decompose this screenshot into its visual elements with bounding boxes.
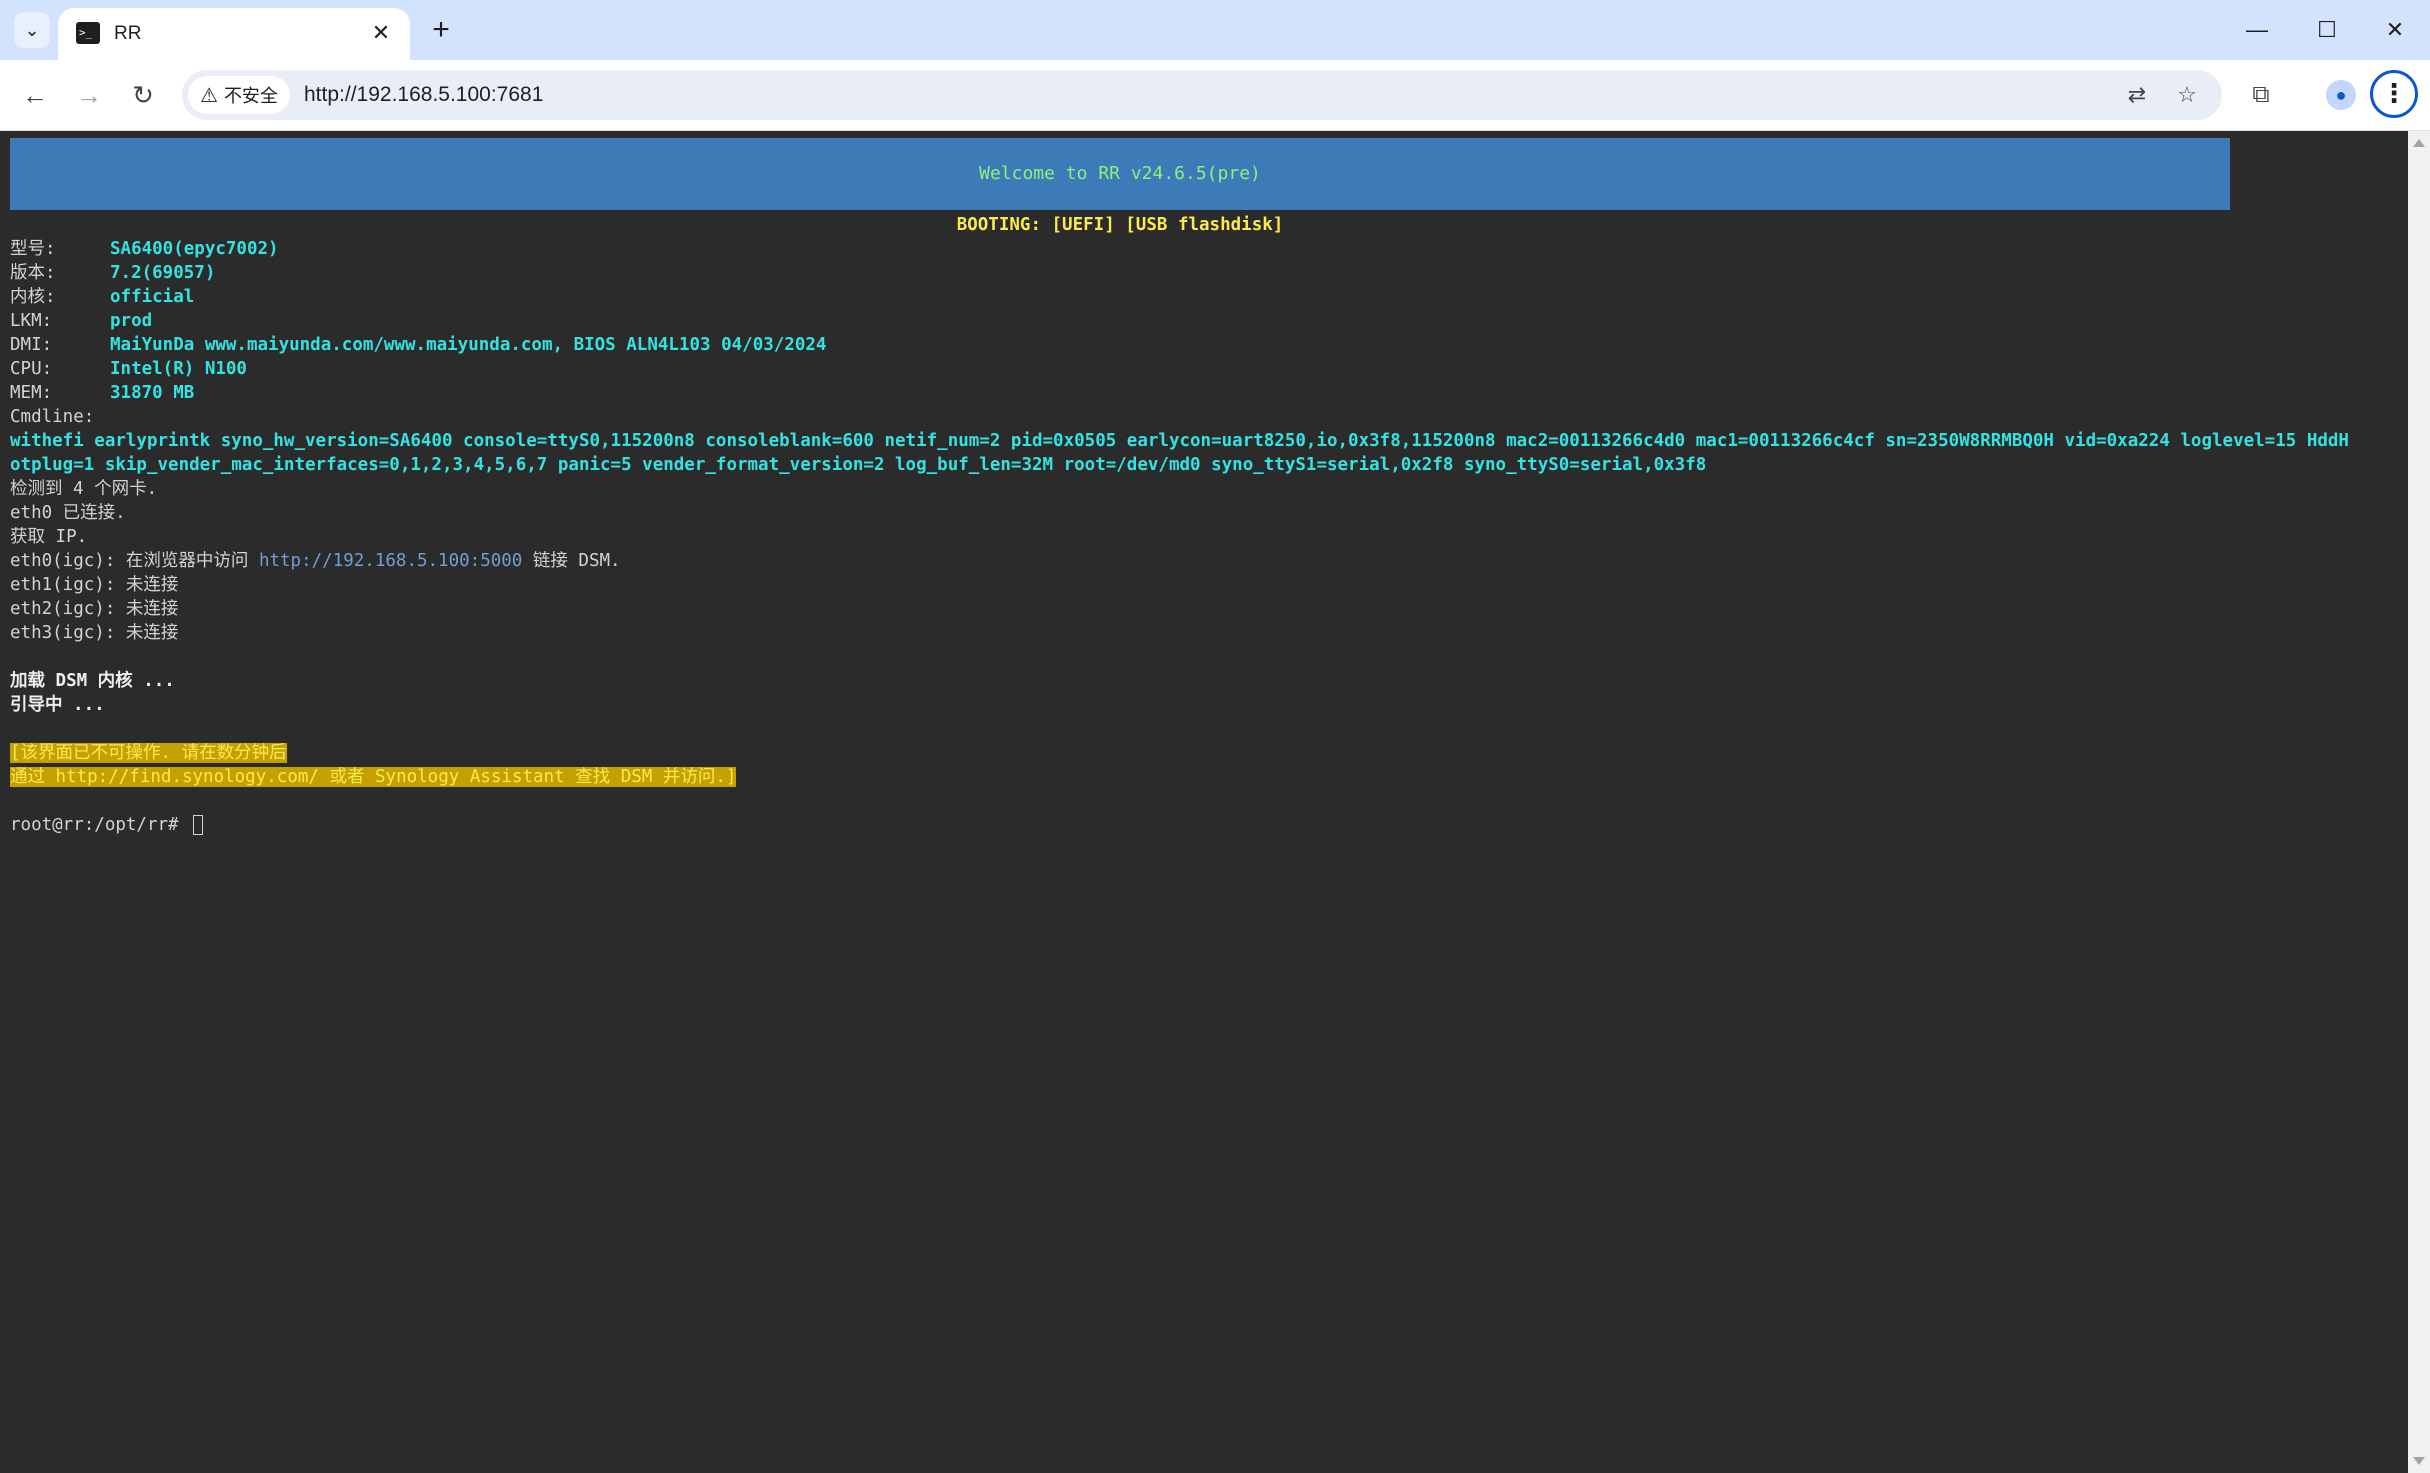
info-value: prod: [110, 311, 153, 331]
security-label: 不安全: [223, 86, 278, 106]
maximize-window-icon[interactable]: ☐: [2292, 0, 2362, 60]
info-label: MEM:: [10, 383, 53, 403]
info-line-mem: MEM: 31870 MB: [10, 381, 194, 405]
shell-prompt: root@rr:/opt/rr#: [10, 815, 190, 835]
info-value: 7.2(69057): [110, 263, 216, 283]
notice-text-1: [该界面已不可操作. 请在数分钟后: [10, 743, 287, 763]
eth1-status-line: eth1(igc): 未连接: [10, 575, 179, 595]
security-indicator[interactable]: ⚠ 不安全: [188, 76, 290, 114]
info-line-lkm: LKM: prod: [10, 309, 152, 333]
cmdline-label: Cmdline:: [10, 407, 95, 427]
notice-text-2: 通过 http://find.synology.com/ 或者 Synology…: [10, 767, 737, 787]
info-line-cpu: CPU: Intel(R) N100: [10, 357, 247, 381]
eth2-status-line: eth2(igc): 未连接: [10, 599, 179, 619]
terminal-scrollbar[interactable]: [2408, 131, 2430, 1473]
url-text[interactable]: http://192.168.5.100:7681: [304, 83, 543, 107]
info-label: DMI:: [10, 335, 53, 355]
cmdline-text-line-2: otplug=1 skip_vender_mac_interfaces=0,1,…: [10, 455, 1707, 475]
back-arrow-icon[interactable]: ←: [16, 76, 54, 114]
info-value: Intel(R) N100: [110, 359, 247, 379]
info-label: 型号:: [10, 239, 56, 259]
eth0-prefix: eth0(igc): 在浏览器中访问: [10, 551, 259, 571]
forward-arrow-icon[interactable]: →: [70, 76, 108, 114]
info-label: 内核:: [10, 287, 56, 307]
tab-search-chevron-icon[interactable]: ⌄: [14, 12, 50, 48]
active-tab[interactable]: >_ RR ✕: [58, 8, 410, 60]
nic-detected-line: 检测到 4 个网卡.: [10, 479, 158, 499]
bookmark-star-icon[interactable]: ☆: [2172, 80, 2202, 110]
info-value: official: [110, 287, 195, 307]
browser-menu-kebab-icon[interactable]: ⋮: [2370, 70, 2418, 118]
booting-status: BOOTING: [UEFI] [USB flashdisk]: [956, 215, 1284, 235]
close-window-icon[interactable]: ✕: [2360, 0, 2430, 60]
profile-avatar-icon[interactable]: ●: [2326, 80, 2356, 110]
terminal-screen[interactable]: Welcome to RR v24.6.5(pre) BOOTING: [UEF…: [0, 131, 2408, 1473]
get-ip-line: 获取 IP.: [10, 527, 88, 547]
address-bar[interactable]: ⚠ 不安全 http://192.168.5.100:7681 ⇄ ☆: [182, 70, 2222, 120]
new-tab-plus-icon[interactable]: +: [424, 13, 458, 47]
info-label: CPU:: [10, 359, 53, 379]
info-line-version: 版本: 7.2(69057): [10, 261, 215, 285]
notice-line-2: 通过 http://find.synology.com/ 或者 Synology…: [10, 765, 737, 789]
eth0-status-line: eth0(igc): 在浏览器中访问 http://192.168.5.100:…: [10, 549, 621, 573]
scroll-down-arrow-icon[interactable]: [2413, 1457, 2425, 1465]
tab-close-icon[interactable]: ✕: [366, 18, 396, 48]
eth0-suffix: 链接 DSM.: [522, 551, 621, 571]
eth0-connected-line: eth0 已连接.: [10, 503, 126, 523]
tab-strip: ⌄ >_ RR ✕ + — ☐ ✕: [0, 0, 2430, 60]
cmdline-text-line-1: withefi earlyprintk syno_hw_version=SA64…: [10, 431, 2349, 451]
browser-toolbar: ← → ↻ ⚠ 不安全 http://192.168.5.100:7681 ⇄ …: [0, 60, 2430, 131]
notice-line-1: [该界面已不可操作. 请在数分钟后: [10, 741, 287, 765]
eth3-status-line: eth3(igc): 未连接: [10, 623, 179, 643]
info-label: 版本:: [10, 263, 56, 283]
booting-line: 引导中 ...: [10, 695, 105, 715]
shell-prompt-line[interactable]: root@rr:/opt/rr#: [10, 813, 204, 837]
info-label: LKM:: [10, 311, 53, 331]
reload-icon[interactable]: ↻: [124, 76, 162, 114]
terminal-favicon-icon: >_: [76, 22, 100, 44]
extensions-puzzle-icon[interactable]: ⧉: [2242, 76, 2280, 114]
welcome-banner: Welcome to RR v24.6.5(pre): [10, 138, 2230, 210]
info-value: SA6400(epyc7002): [110, 239, 279, 259]
info-line-kernel: 内核: official: [10, 285, 194, 309]
loading-kernel-line: 加载 DSM 内核 ...: [10, 671, 175, 691]
minimize-window-icon[interactable]: —: [2222, 0, 2292, 60]
info-line-dmi: DMI: MaiYunDa www.maiyunda.com/www.maiyun…: [10, 333, 826, 357]
scroll-up-arrow-icon[interactable]: [2413, 139, 2425, 147]
tab-title: RR: [114, 23, 142, 44]
terminal-cursor: [193, 815, 204, 835]
translate-icon[interactable]: ⇄: [2122, 80, 2152, 110]
info-value: 31870 MB: [110, 383, 195, 403]
info-line-model: 型号: SA6400(epyc7002): [10, 237, 279, 261]
warning-triangle-icon: ⚠: [200, 84, 218, 107]
info-value: MaiYunDa www.maiyunda.com/www.maiyunda.c…: [110, 335, 827, 355]
dsm-url-link[interactable]: http://192.168.5.100:5000: [259, 551, 522, 571]
